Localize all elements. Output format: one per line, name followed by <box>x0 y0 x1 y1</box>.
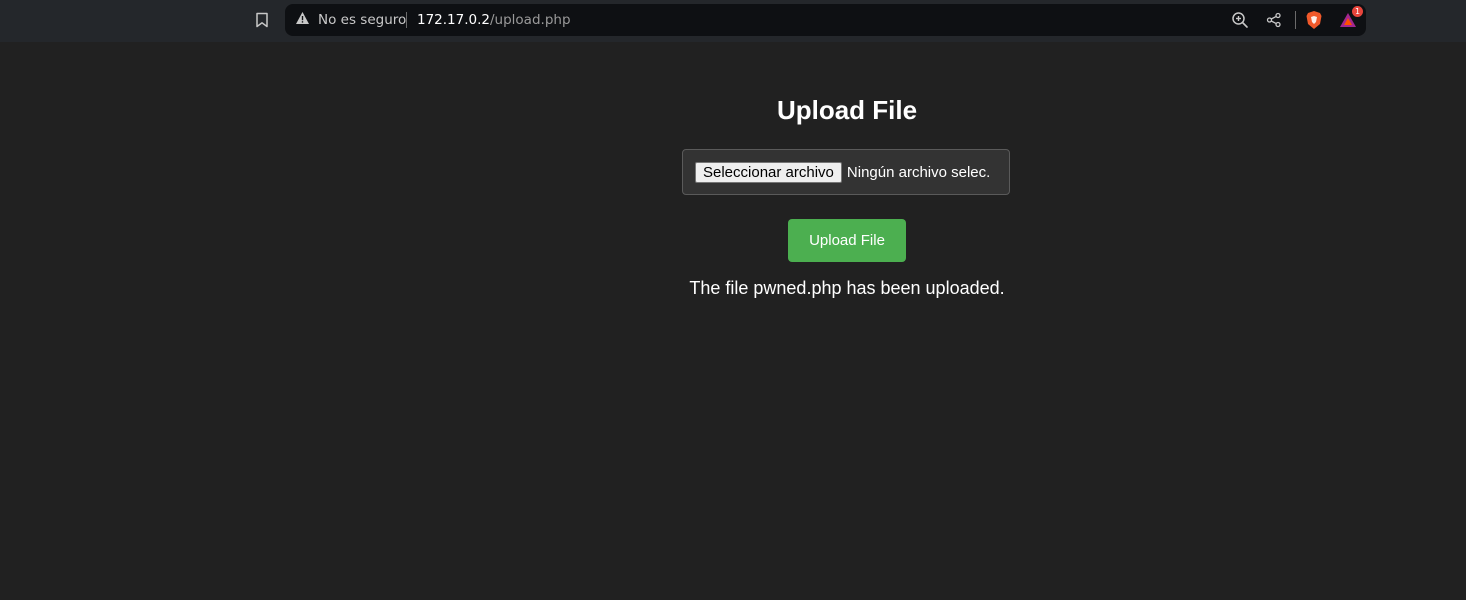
security-indicator[interactable]: No es seguro <box>295 4 406 36</box>
bookmark-icon[interactable] <box>250 9 274 31</box>
toolbar-divider <box>1295 11 1296 29</box>
warning-icon <box>295 11 310 30</box>
omnibox-divider <box>406 12 407 28</box>
url-path: /upload.php <box>490 12 571 28</box>
security-label: No es seguro <box>318 12 407 28</box>
choose-file-button[interactable]: Seleccionar archivo <box>695 161 842 183</box>
browser-toolbar: No es seguro 172.17.0.2/upload.php 1 <box>0 0 1466 42</box>
brave-shield-icon[interactable] <box>1304 10 1324 30</box>
upload-result-message: The file pwned.php has been uploaded. <box>689 278 1005 298</box>
upload-file-button[interactable]: Upload File <box>788 219 906 262</box>
page-content: Upload File Seleccionar archivo Ningún a… <box>0 42 1466 600</box>
brave-rewards-icon[interactable]: 1 <box>1338 6 1363 30</box>
notification-badge: 1 <box>1352 6 1363 17</box>
page-title: Upload File <box>776 95 918 125</box>
file-input[interactable]: Seleccionar archivo Ningún archivo selec… <box>682 149 1010 195</box>
share-icon[interactable] <box>1264 10 1284 30</box>
zoom-icon[interactable] <box>1230 10 1250 30</box>
address-bar[interactable]: No es seguro 172.17.0.2/upload.php 1 <box>285 4 1366 36</box>
url-text[interactable]: 172.17.0.2/upload.php <box>417 4 571 36</box>
file-status-text: Ningún archivo selec. <box>846 163 991 181</box>
url-host: 172.17.0.2 <box>417 12 490 28</box>
